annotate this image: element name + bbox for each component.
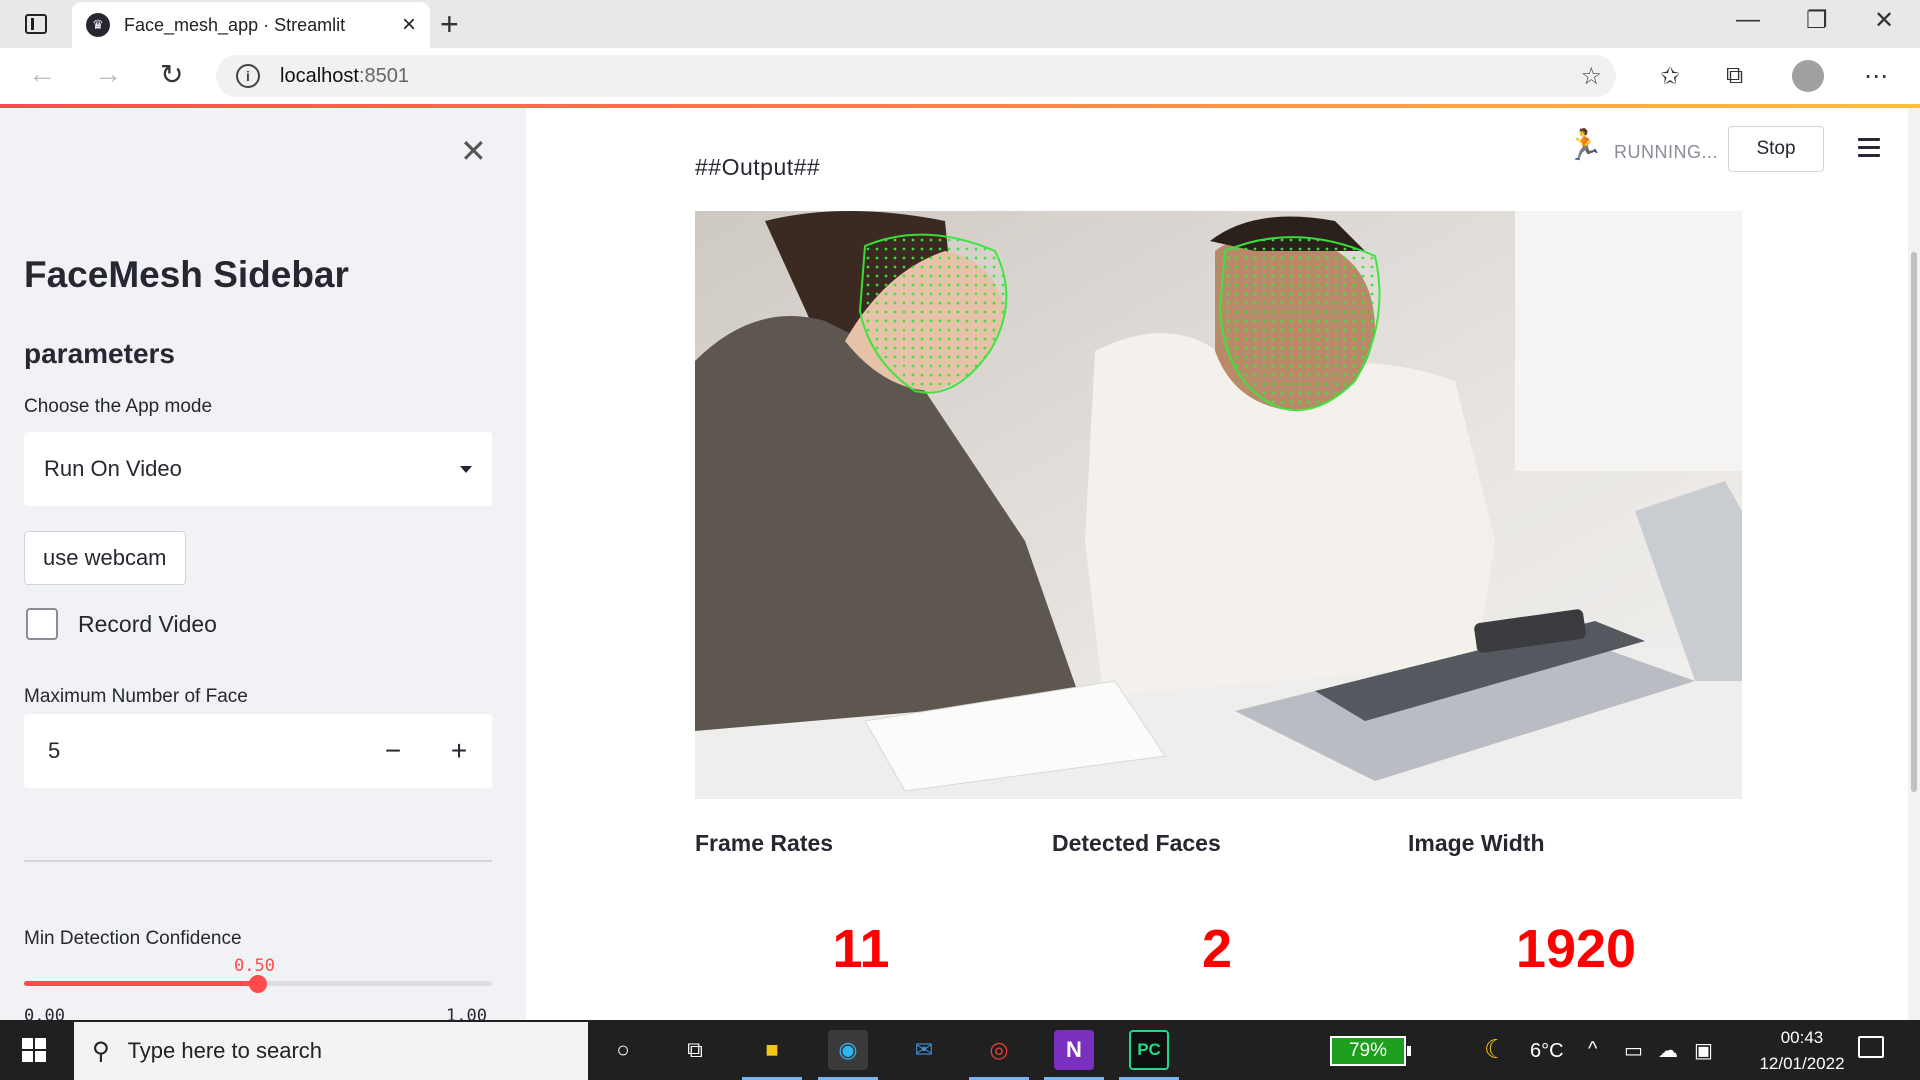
minimize-icon[interactable]: — <box>1736 6 1760 34</box>
use-webcam-button[interactable]: use webcam <box>24 531 186 585</box>
forward-icon[interactable]: → <box>94 58 122 90</box>
chrome-icon[interactable]: ◎ <box>979 1030 1019 1070</box>
metric-value-frame-rates: 11 <box>832 919 890 979</box>
onenote-icon[interactable]: N <box>1054 1030 1094 1070</box>
min-confidence-value: 0.50 <box>234 956 275 976</box>
restore-icon[interactable]: ❐ <box>1806 6 1828 35</box>
app-mode-value: Run On Video <box>44 456 182 481</box>
url-host: localhost <box>280 64 359 87</box>
metric-label-image-width: Image Width <box>1408 830 1545 856</box>
cortana-icon[interactable]: ○ <box>603 1030 643 1070</box>
video-output-frame <box>695 211 1742 799</box>
app-mode-label: Choose the App mode <box>24 396 213 417</box>
browser-tab-active[interactable]: ♛ Face_mesh_app · Streamlit × <box>72 2 430 48</box>
chevron-up-icon[interactable]: ^ <box>1588 1038 1597 1061</box>
output-heading: ##Output## <box>695 154 821 180</box>
max-faces-number-input[interactable]: 5 − + <box>24 714 492 788</box>
running-status: RUNNING... <box>1614 142 1718 162</box>
file-explorer-icon[interactable]: ■ <box>752 1030 792 1070</box>
metric-label-detected-faces: Detected Faces <box>1052 830 1221 856</box>
main-menu-icon[interactable] <box>1858 138 1880 162</box>
main-content: 🏃 RUNNING... Stop ##Output## Frame Rates… <box>526 108 1920 1020</box>
metric-value-image-width: 1920 <box>1515 919 1637 979</box>
search-icon: ⚲ <box>92 1037 110 1065</box>
browser-tab-bar: ♛ Face_mesh_app · Streamlit × + — ❐ ✕ <box>0 0 1920 48</box>
battery-indicator[interactable]: 79% <box>1330 1036 1411 1066</box>
record-video-label: Record Video <box>78 610 217 637</box>
chevron-down-icon <box>460 465 472 473</box>
streamlit-favicon-icon: ♛ <box>86 13 110 37</box>
collections-icon[interactable]: ⧉ <box>1726 62 1743 90</box>
more-options-icon[interactable]: ⋯ <box>1864 62 1888 91</box>
video-frame-image <box>695 211 1742 799</box>
increment-button[interactable]: + <box>426 735 492 767</box>
address-bar[interactable]: i localhost:8501 ☆ <box>216 55 1616 97</box>
back-icon[interactable]: ← <box>28 58 56 90</box>
record-video-checkbox[interactable]: Record Video <box>26 608 217 640</box>
mail-icon[interactable]: ✉ <box>904 1030 944 1070</box>
max-faces-label: Maximum Number of Face <box>24 686 248 707</box>
app-mode-select[interactable]: Run On Video <box>24 432 492 506</box>
sidebar-subheading: parameters <box>24 338 175 369</box>
min-confidence-label: Min Detection Confidence <box>24 928 242 949</box>
running-man-icon: 🏃 <box>1566 129 1604 162</box>
divider <box>24 860 492 862</box>
task-view-icon[interactable]: ⧉ <box>675 1030 715 1070</box>
max-faces-value[interactable]: 5 <box>24 738 360 764</box>
notification-icon[interactable] <box>1858 1036 1884 1058</box>
tab-title: Face_mesh_app · Streamlit <box>124 14 346 35</box>
search-placeholder: Type here to search <box>127 1038 323 1063</box>
tab-actions-icon[interactable] <box>16 10 56 38</box>
clock-date[interactable]: 12/01/2022 <box>1736 1054 1868 1074</box>
display-icon[interactable]: ▣ <box>1694 1038 1713 1063</box>
url-port: :8501 <box>358 64 409 87</box>
site-info-icon[interactable]: i <box>236 64 260 88</box>
pycharm-icon[interactable]: PC <box>1129 1030 1169 1070</box>
moon-icon[interactable]: ☾ <box>1484 1034 1507 1065</box>
page-scrollbar[interactable] <box>1908 108 1920 1020</box>
clock-time[interactable]: 00:43 <box>1760 1028 1844 1048</box>
weather-temperature[interactable]: 6°C <box>1530 1040 1564 1063</box>
sidebar: ✕ FaceMesh Sidebar parameters Choose the… <box>0 108 526 1026</box>
close-window-icon[interactable]: ✕ <box>1874 6 1894 35</box>
stop-button[interactable]: Stop <box>1728 126 1824 172</box>
windows-taskbar: ⚲ Type here to search ○ ⧉ ■ ◉ ✉ ◎ N PC 7… <box>0 1020 1920 1080</box>
favorites-icon[interactable]: ✩ <box>1660 62 1680 91</box>
scrollbar-thumb[interactable] <box>1911 252 1917 792</box>
slider-fill <box>24 981 258 986</box>
profile-avatar[interactable] <box>1792 60 1824 92</box>
onedrive-cloud-icon[interactable]: ☁ <box>1658 1038 1678 1063</box>
slider-thumb[interactable] <box>249 975 267 993</box>
metric-value-detected-faces: 2 <box>1201 919 1233 979</box>
checkbox-box[interactable] <box>26 608 58 640</box>
taskbar-search-box[interactable]: ⚲ Type here to search <box>74 1022 588 1080</box>
windows-start-icon[interactable] <box>22 1038 46 1062</box>
metric-label-frame-rates: Frame Rates <box>695 830 834 856</box>
reload-icon[interactable]: ↻ <box>160 58 183 91</box>
min-confidence-slider[interactable] <box>24 975 492 993</box>
new-tab-icon[interactable]: + <box>440 6 459 43</box>
meet-now-icon[interactable]: ▭ <box>1624 1038 1643 1063</box>
sidebar-title: FaceMesh Sidebar <box>24 254 349 295</box>
close-sidebar-icon[interactable]: ✕ <box>460 132 487 170</box>
edge-icon[interactable]: ◉ <box>828 1030 868 1070</box>
browser-toolbar: ← → ↻ i localhost:8501 ☆ ✩ ⧉ ⋯ <box>0 48 1920 104</box>
close-tab-icon[interactable]: × <box>402 11 416 39</box>
add-favorite-icon[interactable]: ☆ <box>1580 62 1602 91</box>
decrement-button[interactable]: − <box>360 735 426 767</box>
